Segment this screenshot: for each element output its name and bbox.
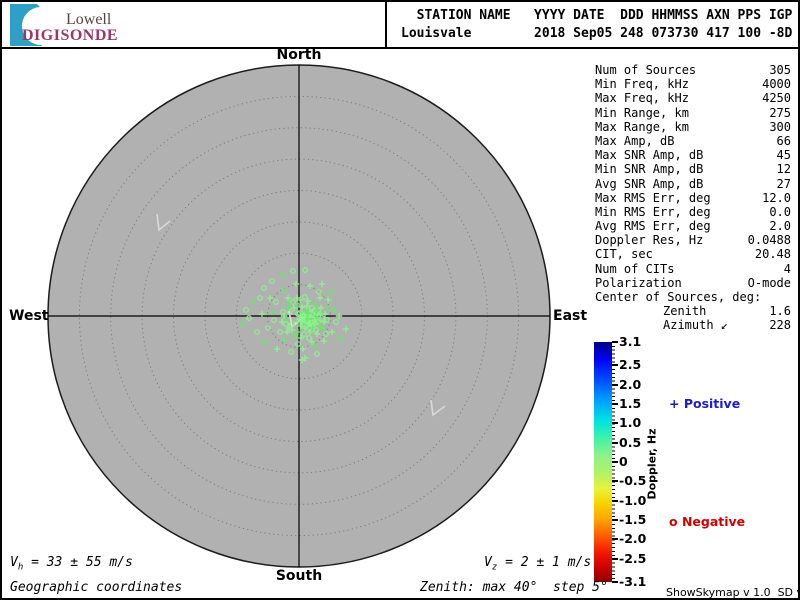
compass-west-label: West [9, 308, 49, 324]
panel-row-label: Max RMS Err, deg [595, 190, 711, 205]
panel-row-value: 66 [776, 133, 791, 148]
panel-row-value [791, 290, 796, 304]
colorbar-tick-label: 1.5 [619, 395, 642, 411]
panel-row-value: 0.0488 [747, 233, 791, 248]
colorbar-axis-label: Doppler, Hz [645, 428, 659, 500]
panel-row-label: Num of CITs [595, 261, 675, 276]
panel-row-label: Doppler Res, Hz [595, 233, 704, 248]
panel-row-value: 0.0 [769, 204, 791, 219]
panel-row-value: 300 [769, 119, 791, 134]
colorbar-tick-label: -3.1 [619, 574, 647, 589]
compass-north-label: North [276, 47, 322, 63]
panel-row: Num of CITs 4 [586, 262, 796, 276]
panel-row-value: 12 [776, 162, 791, 177]
colorbar-major-tick [612, 499, 618, 502]
colorbar-major-tick [612, 383, 618, 386]
panel-row-label: Min RMS Err, deg [595, 204, 711, 219]
compass-east-label: East [553, 308, 588, 324]
panel-row-label: Min Freq, kHz [595, 77, 689, 92]
panel-row: Center of Sources, deg: [586, 290, 796, 304]
colorbar-tick-label: 2.0 [619, 376, 642, 392]
colorbar-major-tick [612, 441, 618, 444]
panel-row-label: CIT, sec [595, 247, 653, 262]
colorbar-major-tick [612, 422, 618, 425]
colorbar-major-tick [612, 538, 618, 541]
colorbar-tick-label: -2.0 [619, 531, 647, 547]
panel-row-label: Max Range, km [595, 119, 689, 134]
colorbar-major-tick [612, 581, 618, 583]
panel-row-value: 4 [783, 261, 791, 276]
compass-south-label: South [275, 568, 323, 584]
zenith-scale-note: Zenith: max 40° step 5° [420, 580, 608, 595]
panel-row-label: Polarization [595, 275, 682, 290]
panel-row-label: Zenith [663, 304, 707, 319]
vertical-velocity-readout: Vz = 2 ± 1 m/s [484, 555, 592, 573]
panel-row: Avg SNR Amp, dB 27 [586, 177, 796, 191]
panel-row: Min SNR Amp, dB 12 [586, 162, 796, 176]
panel-row: Doppler Res, Hz 0.0488 [586, 233, 796, 247]
panel-row: Min RMS Err, deg 0.0 [586, 205, 796, 219]
colorbar-major-tick [612, 341, 618, 343]
panel-row-value: 305 [769, 63, 791, 77]
panel-row-value: 228 [769, 318, 791, 333]
coordinate-system-label: Geographic coordinates [10, 580, 183, 595]
panel-row-value: 27 [776, 176, 791, 191]
negative-doppler-legend: o Negative [669, 514, 746, 529]
colorbar-major-tick [612, 402, 618, 405]
panel-row-value: 4000 [762, 77, 791, 92]
colorbar-major-tick [612, 364, 618, 367]
panel-row: Max Range, km 300 [586, 120, 796, 134]
panel-row-value: 275 [769, 105, 791, 120]
panel-row: CIT, sec 20.48 [586, 247, 796, 261]
colorbar-tick-label: 3.1 [619, 334, 642, 349]
panel-row: Zenith 1.6 [586, 304, 796, 318]
panel-row: Max SNR Amp, dB 45 [586, 148, 796, 162]
colorbar-ticks [612, 341, 618, 583]
panel-row-value: 4250 [762, 91, 791, 106]
panel-row-label: Avg SNR Amp, dB [595, 176, 704, 191]
panel-row: Num of Sources 305 [586, 63, 796, 77]
panel-row-label: Num of Sources [595, 63, 697, 77]
panel-row: Min Freq, kHz 4000 [586, 77, 796, 91]
colorbar-tick-label: 2.5 [619, 357, 642, 373]
panel-row-value: 45 [776, 148, 791, 163]
positive-doppler-legend: + Positive [669, 396, 741, 411]
panel-row: Max Amp, dB 66 [586, 134, 796, 148]
panel-row-value: O-mode [747, 275, 791, 290]
panel-row-label: Min Range, km [595, 105, 689, 120]
panel-row-value: 2.0 [769, 219, 791, 234]
horizontal-velocity-readout: Vh = 33 ± 55 m/s [10, 555, 133, 573]
app-version-label: ShowSkymap v 1.0 SD v 5.1 [666, 586, 798, 599]
panel-row: Polarization O-mode [586, 276, 796, 290]
panel-row-label: Center of Sources, deg: [595, 290, 762, 304]
colorbar-major-tick [612, 519, 618, 522]
panel-row-value: 1.6 [769, 304, 791, 319]
panel-row: Max RMS Err, deg 12.0 [586, 191, 796, 205]
data-panel: Num of Sources 305 Min Freq, kHz 4000 Max Fr… [586, 63, 796, 333]
colorbar-major-tick [612, 480, 618, 483]
colorbar-major-tick [612, 557, 618, 560]
panel-row-label: Max Amp, dB [595, 133, 675, 148]
showskymap-window: Lowell DIGISONDE STATION NAME YYYY DATE … [0, 0, 800, 600]
colorbar-tick-label: -2.5 [619, 550, 647, 566]
colorbar-major-tick [612, 461, 618, 463]
panel-row: Avg RMS Err, deg 2.0 [586, 219, 796, 233]
colorbar-tick-label: -1.5 [619, 512, 647, 528]
panel-row-value: 20.48 [754, 247, 791, 262]
panel-row-label: Avg RMS Err, deg [595, 219, 711, 234]
doppler-colorbar [594, 342, 612, 582]
panel-row: Max Freq, kHz 4250 [586, 91, 796, 105]
panel-row-value: 12.0 [762, 190, 791, 205]
panel-row-label: Min SNR Amp, dB [595, 162, 704, 177]
panel-row: Azimuth ↙ 228 [586, 318, 796, 332]
panel-row: Min Range, km 275 [586, 106, 796, 120]
panel-row-label: Max SNR Amp, dB [595, 148, 704, 163]
panel-row-label: Azimuth ↙ [663, 318, 729, 333]
panel-row-label: Max Freq, kHz [595, 91, 689, 106]
